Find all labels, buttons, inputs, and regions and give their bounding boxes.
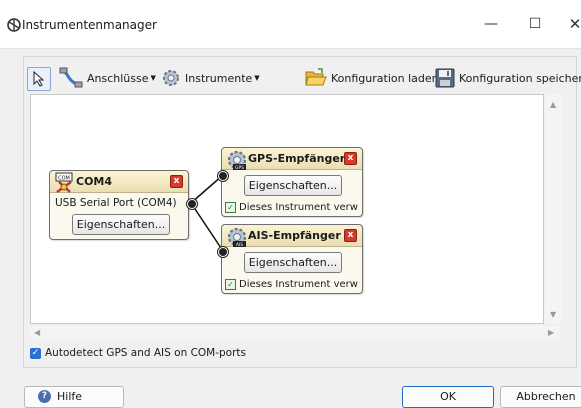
- help-icon: ?: [38, 390, 51, 403]
- com-port-description: USB Serial Port (COM4): [55, 197, 177, 209]
- maximize-button[interactable]: ☐: [523, 12, 547, 36]
- save-config-label: Konfiguration speichern: [459, 71, 581, 85]
- instrument-canvas[interactable]: COM COM4 x USB Serial Port (COM4) Eigens…: [30, 94, 544, 324]
- cursor-icon: [33, 71, 45, 87]
- gps-use-checkbox[interactable]: ✓ Dieses Instrument verwend: [225, 201, 358, 214]
- gps-use-label: Dieses Instrument verwend: [239, 202, 358, 213]
- window-title: Instrumentenmanager: [22, 18, 157, 32]
- vertical-scrollbar[interactable]: ▲ ▼: [545, 94, 562, 324]
- ais-receiver-title: AIS-Empfänger: [248, 229, 341, 242]
- help-button[interactable]: ? Hilfe: [24, 386, 124, 408]
- minimize-button[interactable]: —: [479, 12, 503, 36]
- pointer-tool-button[interactable]: [27, 67, 51, 91]
- ais-receiver-node[interactable]: AIS AIS-Empfänger x Eigenschaften... ✓ D…: [221, 224, 363, 294]
- remove-ais-button[interactable]: x: [344, 229, 357, 242]
- help-label: Hilfe: [57, 390, 83, 403]
- checkmark-icon: ✓: [30, 347, 41, 359]
- gps-gear-icon: GPS: [227, 150, 247, 171]
- instruments-menu[interactable]: Instrumente ▼: [161, 64, 260, 92]
- chevron-down-icon: ▼: [254, 74, 260, 82]
- instruments-label: Instrumente: [185, 71, 253, 85]
- load-config-label: Konfiguration laden: [331, 71, 439, 85]
- cancel-button[interactable]: Abbrechen: [500, 386, 581, 408]
- checkmark-icon: ✓: [225, 202, 236, 213]
- chevron-down-icon: ▼: [150, 74, 156, 82]
- scroll-left-icon[interactable]: ◀: [34, 328, 40, 337]
- gps-receiver-node[interactable]: GPS GPS-Empfänger x Eigenschaften... ✓ D…: [221, 147, 363, 217]
- connections-menu[interactable]: Anschlüsse ▼: [59, 64, 156, 92]
- scroll-up-icon[interactable]: ▲: [550, 100, 556, 109]
- ais-use-checkbox[interactable]: ✓ Dieses Instrument verwend: [225, 278, 358, 291]
- com-port-connector[interactable]: [187, 199, 197, 209]
- checkmark-icon: ✓: [225, 279, 236, 290]
- svg-text:GPS: GPS: [235, 165, 244, 171]
- ais-properties-button[interactable]: Eigenschaften...: [244, 252, 342, 273]
- svg-text:COM: COM: [58, 176, 70, 182]
- gps-receiver-title: GPS-Empfänger: [248, 152, 346, 165]
- ais-connector[interactable]: [218, 247, 228, 257]
- gps-properties-button[interactable]: Eigenschaften...: [244, 175, 342, 196]
- save-config-button[interactable]: Konfiguration speichern: [435, 64, 581, 92]
- com-port-node[interactable]: COM COM4 x USB Serial Port (COM4) Eigens…: [49, 170, 189, 240]
- close-button[interactable]: ✕: [563, 12, 581, 36]
- autodetect-checkbox[interactable]: ✓ Autodetect GPS and AIS on COM-ports: [30, 347, 246, 359]
- toolbar: Anschlüsse ▼ Instrumente ▼ Konfiguration l…: [23, 64, 581, 92]
- com-port-title: COM4: [76, 175, 113, 188]
- title-bar: Instrumentenmanager — ☐ ✕: [0, 0, 581, 49]
- cable-icon: [59, 67, 83, 88]
- ais-gear-icon: AIS: [227, 227, 247, 248]
- folder-open-icon: [305, 68, 327, 86]
- ais-use-label: Dieses Instrument verwend: [239, 279, 358, 290]
- remove-gps-button[interactable]: x: [344, 152, 357, 165]
- horizontal-scrollbar[interactable]: ◀ ▶: [30, 326, 560, 340]
- serial-port-icon: COM: [55, 172, 73, 193]
- connections-label: Anschlüsse: [87, 71, 149, 85]
- load-config-button[interactable]: Konfiguration laden: [305, 64, 439, 92]
- save-disk-icon: [435, 68, 455, 88]
- ok-button[interactable]: OK: [402, 386, 494, 408]
- com-port-properties-button[interactable]: Eigenschaften...: [72, 214, 170, 235]
- svg-text:AIS: AIS: [236, 242, 243, 248]
- scroll-right-icon[interactable]: ▶: [548, 328, 554, 337]
- gear-icon: [163, 70, 179, 86]
- gps-connector[interactable]: [218, 171, 228, 181]
- scroll-down-icon[interactable]: ▼: [550, 310, 556, 319]
- remove-com-port-button[interactable]: x: [170, 175, 183, 188]
- app-icon: [7, 18, 21, 32]
- autodetect-label: Autodetect GPS and AIS on COM-ports: [45, 347, 247, 359]
